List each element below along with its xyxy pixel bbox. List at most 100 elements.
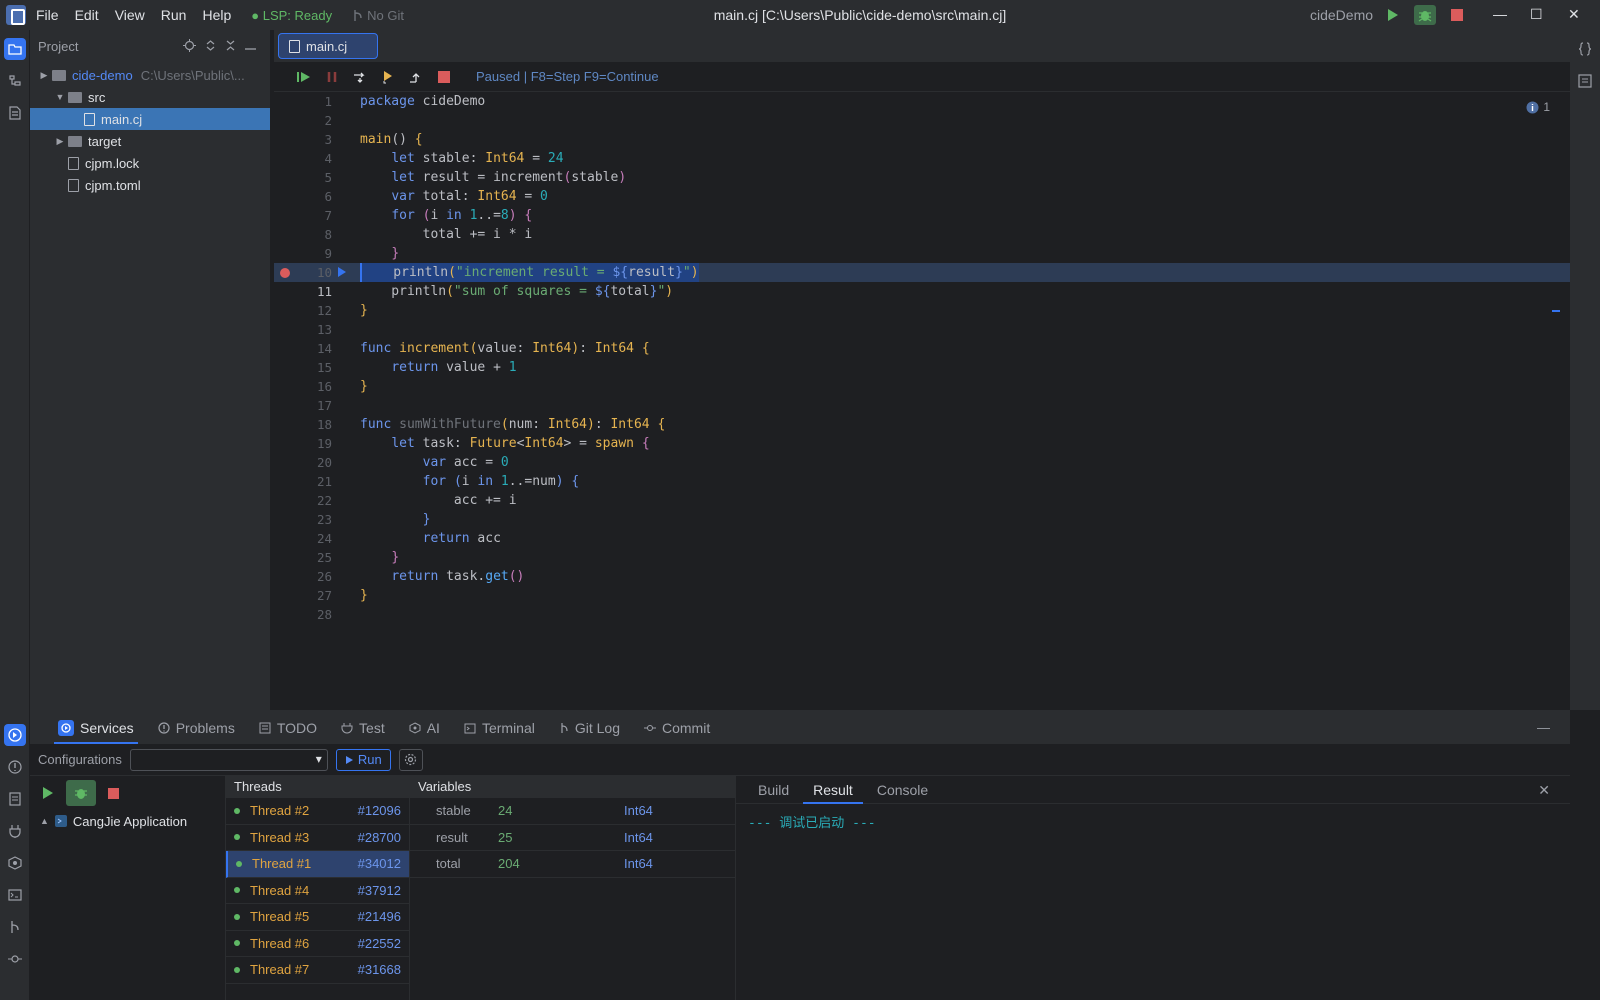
chevron-up-icon[interactable]: ▲: [40, 816, 49, 826]
chevron-right-icon[interactable]: ▶: [38, 70, 50, 81]
tab-test[interactable]: Test: [329, 712, 397, 744]
configurations-select[interactable]: [129, 748, 328, 771]
menu-edit[interactable]: Edit: [75, 7, 99, 23]
expand-all-icon[interactable]: [205, 39, 216, 52]
bookmarks-tool-button[interactable]: [4, 102, 26, 124]
git-tool-button[interactable]: [4, 916, 26, 938]
todo-tool-button[interactable]: [4, 788, 26, 810]
code-line-breakpoint: 10 println("increment result = ${result}…: [274, 263, 1570, 282]
project-name[interactable]: cideDemo: [1310, 7, 1373, 23]
thread-row[interactable]: Thread #5 #21496: [226, 904, 409, 931]
tab-ai[interactable]: AI: [397, 712, 452, 744]
services-item-cangjie-application[interactable]: ▲ CangJie Application: [30, 810, 225, 832]
thread-row-selected[interactable]: Thread #1 #34012: [226, 851, 409, 878]
menu-help[interactable]: Help: [202, 7, 231, 23]
close-window-button[interactable]: ✕: [1568, 6, 1580, 23]
notes-tool-button[interactable]: [1574, 70, 1596, 92]
stop-button[interactable]: [1446, 5, 1468, 25]
terminal-tool-button[interactable]: [4, 884, 26, 906]
branch-icon: [561, 723, 568, 733]
variable-type: Int64: [624, 856, 653, 872]
code-line: 27}: [316, 588, 368, 603]
tab-result[interactable]: Result: [801, 776, 865, 804]
git-status[interactable]: No Git: [352, 8, 404, 23]
scroll-marker[interactable]: [1552, 310, 1560, 312]
tab-problems[interactable]: Problems: [146, 712, 247, 744]
services-debug-button[interactable]: [66, 780, 96, 806]
tree-item-cjpm-toml[interactable]: cjpm.toml: [30, 174, 270, 196]
minimize-window-button[interactable]: —: [1493, 6, 1507, 22]
stop-debug-button[interactable]: [430, 66, 458, 88]
tab-main-cj[interactable]: main.cj: [278, 33, 379, 59]
hide-panel-icon[interactable]: [245, 39, 256, 52]
editor-tab-bar: main.cj: [274, 30, 1570, 62]
pause-button[interactable]: [318, 66, 346, 88]
tab-build[interactable]: Build: [746, 776, 801, 804]
bug-icon: [75, 789, 87, 799]
tree-item-src[interactable]: ▼ src: [30, 86, 270, 108]
ai-tool-button[interactable]: [4, 852, 26, 874]
thread-row[interactable]: Thread #6 #22552: [226, 931, 409, 957]
tab-terminal[interactable]: Terminal: [452, 712, 547, 744]
tab-todo[interactable]: TODO: [247, 712, 329, 744]
close-icon[interactable]: ✕: [1538, 782, 1550, 799]
tree-item-main-cj[interactable]: main.cj: [30, 108, 270, 130]
structure-tool-button[interactable]: [4, 70, 26, 92]
project-tool-button[interactable]: [4, 38, 26, 60]
tab-console[interactable]: Console: [865, 776, 940, 804]
services-tool-button[interactable]: [4, 724, 26, 746]
code-line: 16}: [316, 379, 368, 394]
bottom-panel: Services Problems TODO Test AI Terminal …: [30, 712, 1570, 1000]
maximize-window-button[interactable]: ☐: [1530, 6, 1543, 23]
minimize-panel-button[interactable]: —: [1537, 720, 1550, 735]
resume-button[interactable]: [290, 66, 318, 88]
variable-name: total: [436, 856, 461, 872]
locate-icon[interactable]: [183, 39, 196, 52]
tab-git-log[interactable]: Git Log: [547, 712, 632, 744]
chevron-right-icon[interactable]: ▶: [54, 136, 66, 147]
stop-icon: [108, 787, 119, 799]
tab-services[interactable]: Services: [46, 712, 146, 744]
run-config-button[interactable]: Run: [335, 748, 391, 771]
thread-row[interactable]: Thread #3 #28700: [226, 825, 409, 851]
json-tool-button[interactable]: [1574, 38, 1596, 60]
tab-label: Terminal: [481, 720, 535, 736]
tree-item-cjpm-lock[interactable]: cjpm.lock: [30, 152, 270, 174]
services-run-button[interactable]: [42, 786, 54, 800]
tree-item-cide-demo[interactable]: ▶ cide-demo C:\Users\Public\...: [30, 64, 270, 86]
chevron-down-icon[interactable]: ▼: [54, 92, 66, 102]
test-tool-button[interactable]: [4, 820, 26, 842]
project-tree: ▶ cide-demo C:\Users\Public\... ▼ src ma…: [30, 64, 270, 196]
thread-row[interactable]: Thread #2 #12096: [226, 798, 409, 825]
step-over-button[interactable]: [346, 66, 374, 88]
problems-tool-button[interactable]: [4, 756, 26, 778]
tab-commit[interactable]: Commit: [632, 712, 722, 744]
variable-row[interactable]: result 25 Int64: [410, 825, 735, 851]
menu-view[interactable]: View: [115, 7, 145, 23]
project-panel-header: Project: [30, 30, 270, 62]
code-editor[interactable]: 1 package cideDemo 2 3 main() { 4 let stab…: [274, 92, 1570, 624]
structure-icon: [9, 75, 21, 86]
tree-item-label: main.cj: [101, 111, 143, 127]
code-line: 5 let result = increment(stable): [324, 170, 627, 185]
variable-name: result: [436, 829, 468, 845]
run-button[interactable]: [1382, 5, 1404, 25]
step-into-button[interactable]: [374, 66, 402, 88]
services-stop-button[interactable]: [108, 787, 119, 799]
step-out-button[interactable]: [402, 66, 430, 88]
commit-tool-button[interactable]: [4, 948, 26, 970]
thread-row[interactable]: Thread #4 #37912: [226, 878, 409, 904]
running-status-icon: [234, 966, 240, 973]
collapse-all-icon[interactable]: [225, 39, 236, 52]
menu-file[interactable]: File: [36, 7, 59, 23]
breakpoint-icon[interactable]: [280, 268, 290, 278]
variable-row[interactable]: stable 24 Int64: [410, 798, 735, 825]
stop-icon: [1451, 9, 1463, 21]
debug-button[interactable]: [1414, 5, 1436, 25]
tree-item-target[interactable]: ▶ target: [30, 130, 270, 152]
menu-run[interactable]: Run: [161, 7, 187, 23]
settings-button[interactable]: [398, 748, 423, 771]
variable-row[interactable]: total 204 Int64: [410, 851, 735, 878]
thread-row[interactable]: Thread #7 #31668: [226, 957, 409, 984]
execution-pointer-icon: [338, 267, 346, 277]
